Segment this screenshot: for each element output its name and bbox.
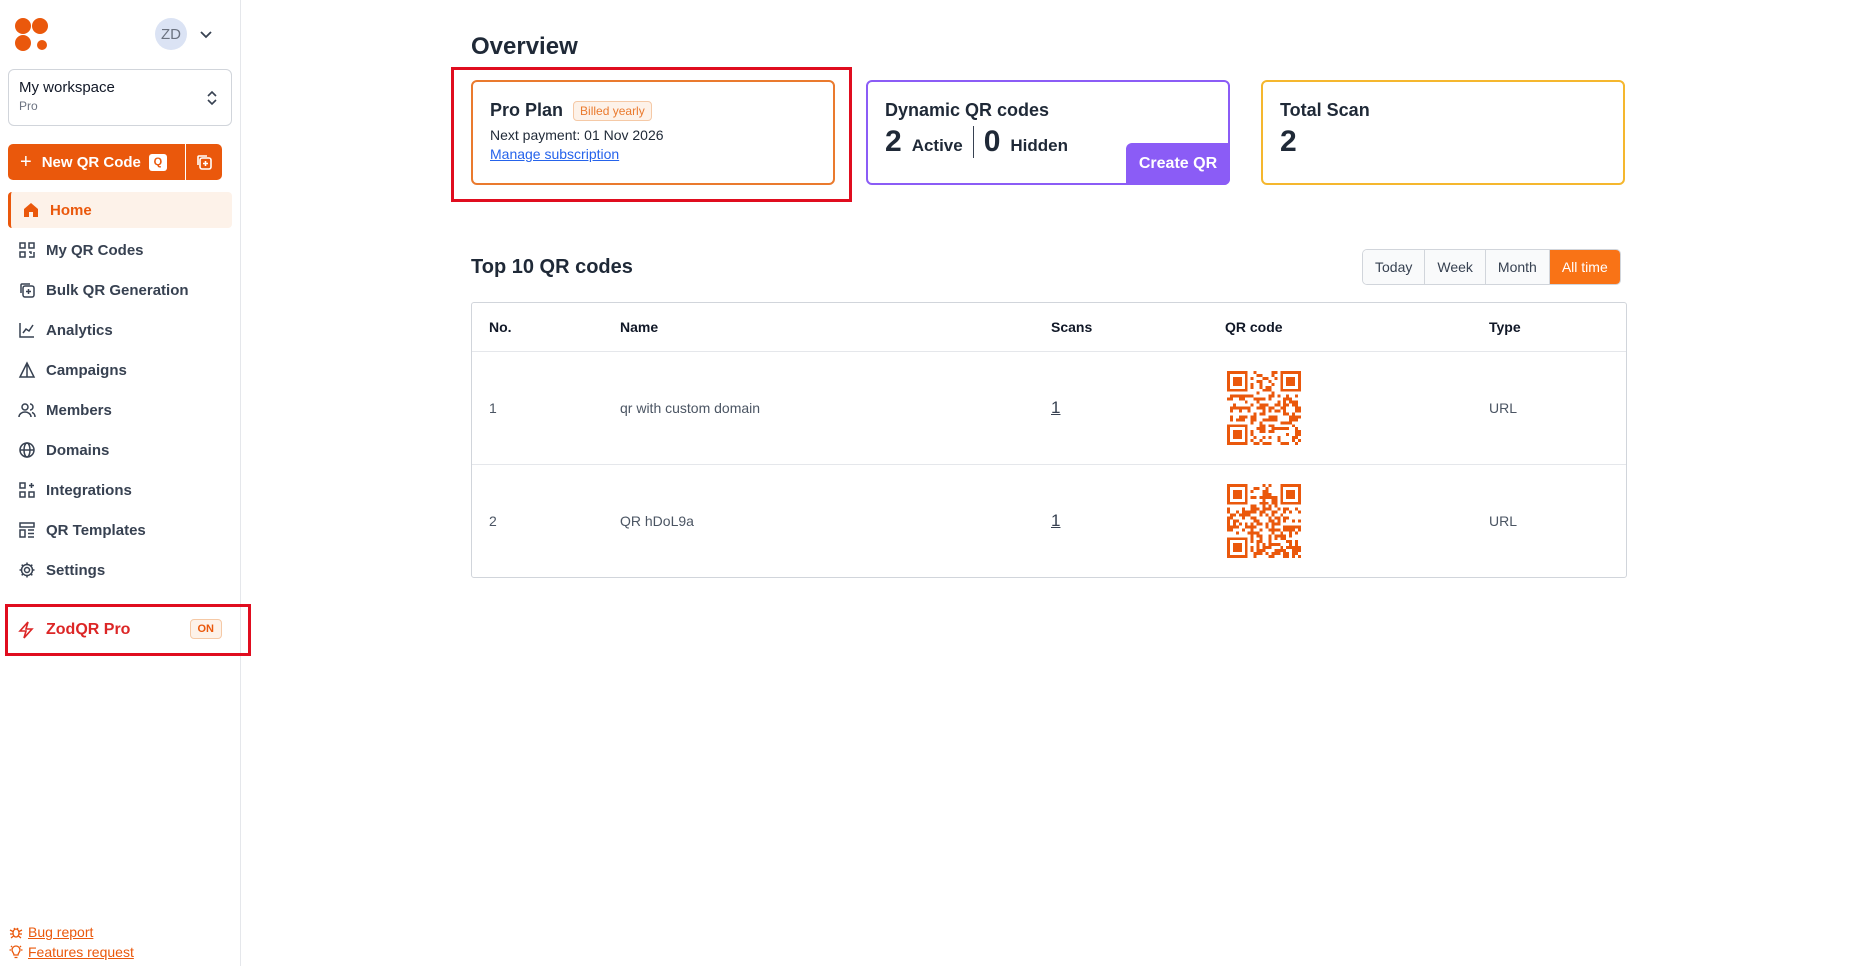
avatar[interactable]: ZD: [155, 18, 187, 50]
col-scans: Scans: [1051, 319, 1093, 335]
template-icon: [18, 521, 36, 539]
sidebar-item-my-qr-codes[interactable]: My QR Codes: [8, 232, 232, 268]
sidebar-item-label: Members: [46, 401, 112, 419]
workspace-switcher[interactable]: My workspace Pro: [8, 69, 232, 126]
total-scan-card: Total Scan 2: [1261, 80, 1625, 185]
divider: [972, 126, 974, 158]
chevron-updown-icon: [207, 90, 217, 106]
features-request-label: Features request: [28, 944, 134, 960]
home-icon: [22, 201, 40, 219]
qr-grid-icon: [18, 241, 36, 259]
sidebar-nav: Home My QR Codes Bulk QR Generation Anal…: [8, 192, 232, 592]
next-payment: Next payment: 01 Nov 2026: [490, 127, 664, 143]
table-row[interactable]: 2 QR hDoL9a 1 URL: [472, 465, 1626, 578]
sidebar-item-label: Integrations: [46, 481, 132, 499]
time-range-selector: Today Week Month All time: [1362, 249, 1621, 285]
hidden-count: 0: [983, 125, 1001, 158]
col-qr-code: QR code: [1225, 319, 1283, 335]
sidebar-item-settings[interactable]: Settings: [8, 552, 232, 588]
plan-title: Pro Plan: [490, 100, 564, 120]
sidebar-item-label: Home: [50, 201, 92, 219]
col-no: No.: [489, 319, 512, 335]
qr-code-image[interactable]: [1227, 371, 1301, 445]
bug-icon: [9, 925, 23, 939]
copy-plus-icon: [197, 155, 212, 170]
new-qr-code-button[interactable]: + New QR Code Q: [8, 144, 185, 180]
sidebar-item-label: Settings: [46, 561, 106, 579]
app-logo[interactable]: [14, 17, 50, 53]
dynamic-title: Dynamic QR codes: [885, 100, 1050, 120]
sidebar-item-integrations[interactable]: Integrations: [8, 472, 232, 508]
sidebar-item-label: Campaigns: [46, 361, 127, 379]
col-name: Name: [620, 319, 659, 335]
cell-type: URL: [1489, 400, 1518, 416]
bug-report-link[interactable]: Bug report: [9, 922, 134, 942]
features-request-link[interactable]: Features request: [9, 942, 134, 962]
qr-code-image[interactable]: [1227, 484, 1301, 558]
bulk-copy-icon: [18, 281, 36, 299]
new-qr-code-label: New QR Code: [41, 153, 141, 171]
sidebar: ZD My workspace Pro + New QR Code Q Home…: [0, 0, 241, 966]
sidebar-item-label: My QR Codes: [46, 241, 144, 259]
hidden-label: Hidden: [1010, 136, 1069, 155]
manage-subscription-link[interactable]: Manage subscription: [490, 146, 619, 162]
workspace-name: My workspace: [19, 79, 115, 96]
chart-icon: [18, 321, 36, 339]
blocks-icon: [18, 481, 36, 499]
cell-no: 1: [489, 400, 497, 416]
total-scan-value: 2: [1280, 125, 1297, 158]
cell-name: qr with custom domain: [620, 400, 761, 416]
sidebar-item-members[interactable]: Members: [8, 392, 232, 428]
plan-title-row: Pro Plan Billed yearly: [490, 100, 816, 121]
gear-icon: [18, 561, 36, 579]
sidebar-item-domains[interactable]: Domains: [8, 432, 232, 468]
workspace-plan: Pro: [19, 99, 38, 113]
cell-name: QR hDoL9a: [620, 513, 694, 529]
active-label: Active: [911, 136, 963, 155]
top-qr-table: No. Name Scans QR code Type 1 qr with cu…: [471, 302, 1627, 578]
sidebar-item-label: QR Templates: [46, 521, 146, 539]
page-title: Overview: [471, 33, 578, 60]
top-qr-title: Top 10 QR codes: [471, 256, 633, 278]
users-icon: [18, 401, 36, 419]
sidebar-item-home[interactable]: Home: [8, 192, 232, 228]
globe-icon: [18, 441, 36, 459]
dynamic-qr-card: Dynamic QR codes 2 Active 0 Hidden Creat…: [866, 80, 1230, 185]
shortcut-badge: Q: [148, 153, 167, 171]
create-qr-button[interactable]: Create QR: [1126, 143, 1230, 185]
col-type: Type: [1489, 319, 1521, 335]
plan-card: Pro Plan Billed yearly Next payment: 01 …: [471, 80, 835, 185]
plus-icon: +: [20, 151, 32, 173]
sidebar-item-label: Analytics: [46, 321, 113, 339]
sidebar-item-label: Bulk QR Generation: [46, 281, 189, 299]
sidebar-item-qr-templates[interactable]: QR Templates: [8, 512, 232, 548]
range-month[interactable]: Month: [1485, 250, 1550, 284]
highlight-box-pro: [5, 604, 251, 656]
footer-links: Bug report Features request: [9, 922, 134, 962]
bulk-new-qr-button[interactable]: [186, 144, 222, 180]
range-all-time[interactable]: All time: [1549, 250, 1620, 284]
range-week[interactable]: Week: [1425, 250, 1486, 284]
active-count: 2: [885, 125, 902, 158]
bug-report-label: Bug report: [28, 924, 94, 940]
range-today[interactable]: Today: [1363, 250, 1426, 284]
table-header: No. Name Scans QR code Type: [472, 303, 1626, 352]
sidebar-item-bulk-qr-generation[interactable]: Bulk QR Generation: [8, 272, 232, 308]
total-scan-title: Total Scan: [1280, 100, 1370, 120]
cell-scans-link[interactable]: 1: [1051, 511, 1060, 531]
sidebar-item-label: Domains: [46, 441, 110, 459]
sidebar-item-campaigns[interactable]: Campaigns: [8, 352, 232, 388]
billed-badge: Billed yearly: [573, 100, 652, 121]
chevron-down-icon[interactable]: [198, 26, 214, 42]
lightbulb-icon: [9, 945, 23, 959]
cell-scans-link[interactable]: 1: [1051, 398, 1060, 418]
sidebar-item-analytics[interactable]: Analytics: [8, 312, 232, 348]
cell-no: 2: [489, 513, 497, 529]
triangle-icon: [18, 361, 36, 379]
table-row[interactable]: 1 qr with custom domain 1 URL: [472, 352, 1626, 465]
cell-type: URL: [1489, 513, 1518, 529]
